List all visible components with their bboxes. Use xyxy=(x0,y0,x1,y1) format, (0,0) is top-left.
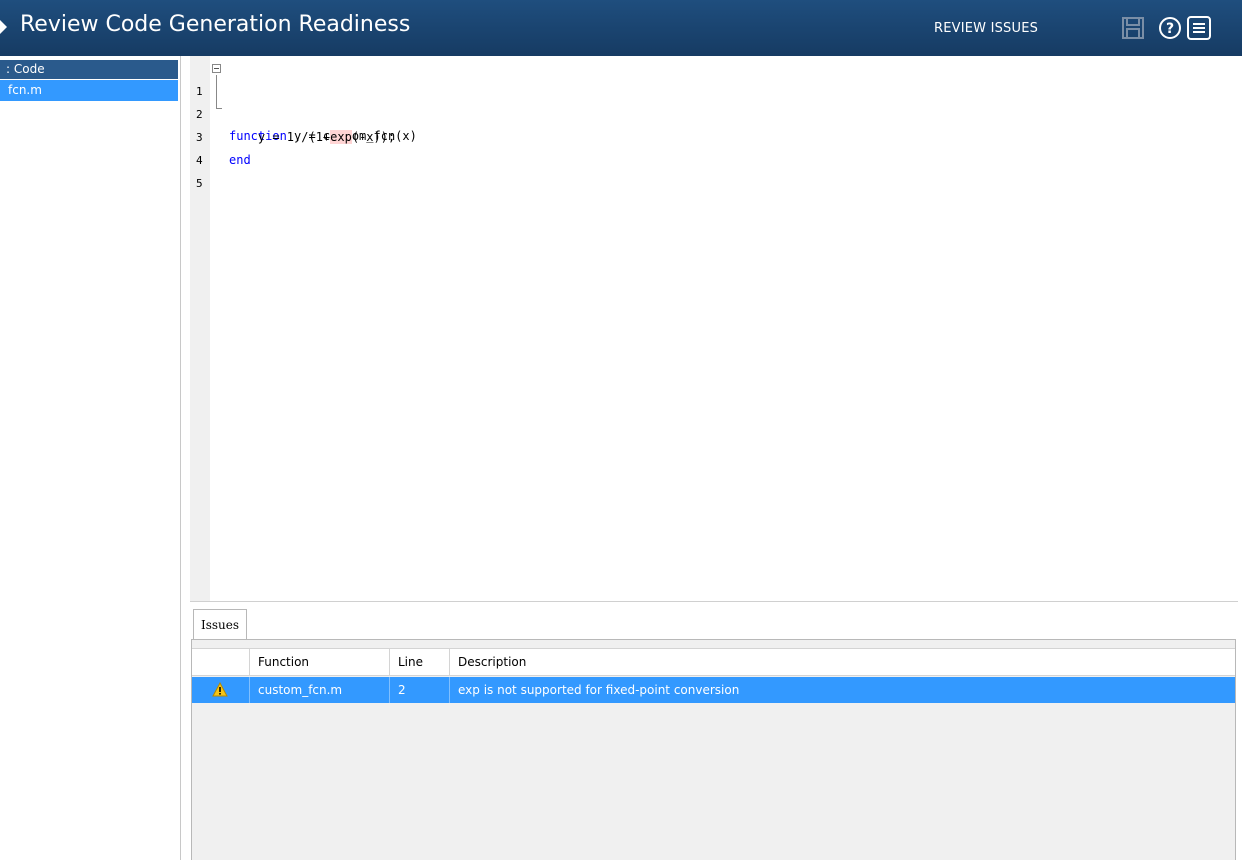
fold-guide-end xyxy=(216,108,222,109)
code-line-3: 3 end xyxy=(190,105,251,167)
collapse-arrow-icon[interactable] xyxy=(0,20,7,34)
line-number: 5 xyxy=(196,177,203,190)
code-text: y = 1./(1+ xyxy=(229,130,331,144)
code-line-5: 5 xyxy=(190,151,219,190)
help-icon[interactable]: ? xyxy=(1157,15,1183,41)
code-line-4: 4 xyxy=(190,128,219,167)
page-title: Review Code Generation Readiness xyxy=(20,12,411,37)
app-header: Review Code Generation Readiness REVIEW … xyxy=(0,0,1242,56)
issue-highlight[interactable]: exp xyxy=(330,130,352,144)
tree-file-item[interactable]: fcn.m xyxy=(0,80,178,101)
table-row[interactable]: custom_fcn.m 2 exp is not supported for … xyxy=(192,677,1235,703)
column-header-line[interactable]: Line xyxy=(390,649,450,675)
keyword: end xyxy=(229,153,251,167)
issue-function: custom_fcn.m xyxy=(250,677,390,703)
tree-root-item[interactable]: : Code xyxy=(0,60,178,79)
issue-line: 2 xyxy=(390,677,450,703)
column-header-function[interactable]: Function xyxy=(250,649,390,675)
issue-description: exp is not supported for fixed-point con… xyxy=(458,683,740,697)
tab-issues[interactable]: Issues xyxy=(193,609,247,640)
fold-guide xyxy=(216,75,217,108)
issues-panel: Function Line Description custom_fcn.m 2… xyxy=(191,639,1236,860)
code-line-2: 2 y = 1./(1+exp(-x)); xyxy=(190,82,395,144)
column-header-icon[interactable] xyxy=(192,649,250,675)
fold-toggle-icon[interactable] xyxy=(212,64,221,73)
issue-icon-cell xyxy=(192,677,250,703)
svg-text:?: ? xyxy=(1166,21,1174,37)
file-tree: : Code fcn.m xyxy=(0,56,181,860)
save-icon[interactable] xyxy=(1120,15,1146,41)
column-header-description[interactable]: Description xyxy=(450,649,1235,675)
warning-icon xyxy=(212,682,228,697)
review-issues-label[interactable]: REVIEW ISSUES xyxy=(934,21,1038,36)
code-line-1: 1 function y = custom_fcn(x) xyxy=(190,59,417,143)
code-editor[interactable]: 1 function y = custom_fcn(x) 2 y = 1./(1… xyxy=(190,56,1238,602)
issues-table-header: Function Line Description xyxy=(192,648,1235,676)
code-text: (-x)); xyxy=(351,130,396,144)
menu-icon[interactable] xyxy=(1186,15,1212,41)
